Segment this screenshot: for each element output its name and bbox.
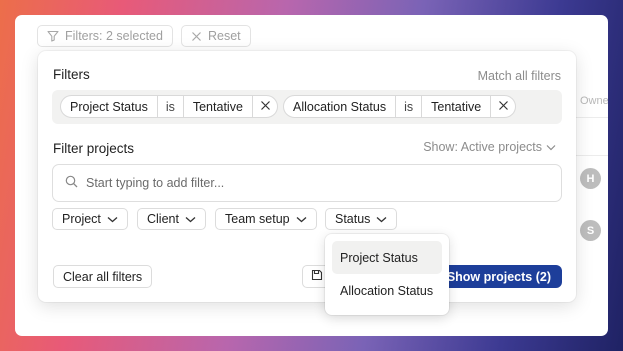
team-setup-dropdown[interactable]: Team setup xyxy=(215,208,317,230)
filter-icon xyxy=(47,30,59,42)
filters-summary-label: Filters: 2 selected xyxy=(65,29,163,43)
active-filter-project-status: Project Status is Tentative xyxy=(60,95,278,118)
search-icon xyxy=(65,175,78,191)
match-all-filters-toggle[interactable]: Match all filters xyxy=(478,69,561,83)
dropdown-label: Client xyxy=(147,212,179,226)
clear-all-filters-button[interactable]: Clear all filters xyxy=(53,265,153,288)
panel-title: Filters xyxy=(53,67,90,82)
filters-panel: Filters Match all filters Project Status… xyxy=(38,51,576,302)
project-dropdown[interactable]: Project xyxy=(52,208,128,230)
status-dropdown[interactable]: Status xyxy=(325,208,398,230)
filter-search-input[interactable] xyxy=(86,176,526,190)
remove-filter-button[interactable] xyxy=(491,96,515,117)
avatar[interactable]: S xyxy=(580,220,601,241)
chevron-down-icon xyxy=(376,212,387,226)
close-icon xyxy=(191,31,202,42)
reset-button[interactable]: Reset xyxy=(181,25,251,47)
chevron-down-icon xyxy=(546,140,556,154)
active-filters-row: Project Status is Tentative Allocation S… xyxy=(52,90,562,124)
remove-filter-button[interactable] xyxy=(253,96,277,117)
section-title: Filter projects xyxy=(53,141,135,156)
filter-value[interactable]: Tentative xyxy=(422,96,492,117)
filter-value[interactable]: Tentative xyxy=(184,96,253,117)
dropdown-label: Project xyxy=(62,212,101,226)
filter-operator[interactable]: is xyxy=(396,96,423,117)
filter-operator[interactable]: is xyxy=(158,96,184,117)
chevron-down-icon xyxy=(296,212,307,226)
filter-field[interactable]: Project Status xyxy=(61,96,158,117)
close-icon xyxy=(498,100,509,114)
menu-item-project-status[interactable]: Project Status xyxy=(332,241,442,274)
client-dropdown[interactable]: Client xyxy=(137,208,206,230)
avatar[interactable]: H xyxy=(580,168,601,189)
chevron-down-icon xyxy=(185,212,196,226)
owner-column-header: Owne xyxy=(580,95,608,107)
dropdown-label: Team setup xyxy=(225,212,290,226)
active-filter-allocation-status: Allocation Status is Tentative xyxy=(283,95,517,118)
show-scope-label: Show: Active projects xyxy=(423,140,542,154)
menu-item-allocation-status[interactable]: Allocation Status xyxy=(332,274,442,307)
dropdown-label: Status xyxy=(335,212,371,226)
show-projects-button[interactable]: Show projects (2) xyxy=(437,265,562,288)
show-projects-scope-dropdown[interactable]: Show: Active projects xyxy=(423,140,556,154)
status-dropdown-menu: Project Status Allocation Status xyxy=(325,234,449,315)
chevron-down-icon xyxy=(107,212,118,226)
reset-label: Reset xyxy=(208,29,241,43)
close-icon xyxy=(260,100,271,114)
filters-summary-button[interactable]: Filters: 2 selected xyxy=(37,25,173,47)
save-icon xyxy=(311,269,323,284)
filter-search-field[interactable] xyxy=(52,164,562,202)
filter-field[interactable]: Allocation Status xyxy=(284,96,397,117)
